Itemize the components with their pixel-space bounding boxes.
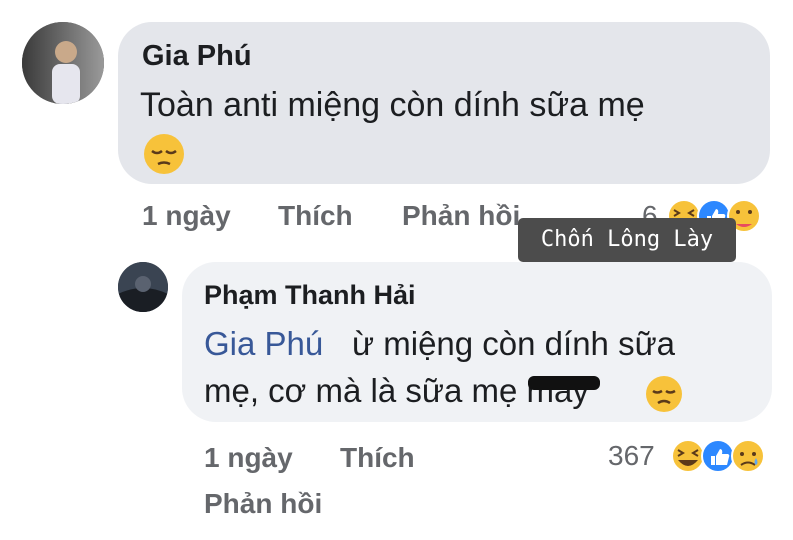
disappointed-face-emoji-icon: [644, 374, 684, 419]
comment-timestamp[interactable]: 1 ngày: [142, 200, 231, 232]
reply-timestamp[interactable]: 1 ngày: [204, 442, 293, 474]
haha-reaction-icon: [671, 439, 705, 473]
redaction-scribble: [528, 376, 600, 390]
avatar-pham-thanh-hai[interactable]: [118, 262, 168, 312]
reply-mention-link[interactable]: Gia Phú: [204, 325, 323, 363]
watermark: Chốn Lông Lày: [518, 218, 736, 262]
like-reaction-icon: [701, 439, 735, 473]
reply-reactions[interactable]: [668, 436, 778, 481]
sad-reaction-icon: [731, 439, 765, 473]
reply-like-button[interactable]: Thích: [340, 442, 415, 474]
pensive-face-emoji-icon: [142, 132, 186, 181]
comment-like-button[interactable]: Thích: [278, 200, 353, 232]
reply-author-name[interactable]: Phạm Thanh Hải: [204, 280, 416, 311]
comment-text: Toàn anti miệng còn dính sữa mẹ: [140, 86, 645, 124]
reply-reply-button[interactable]: Phản hồi: [204, 488, 322, 520]
avatar-gia-phu[interactable]: [22, 22, 104, 104]
comment-reply-button[interactable]: Phản hồi: [402, 200, 520, 232]
reply-text-line-1: ừ miệng còn dính sữa: [352, 325, 676, 362]
comment-author-name[interactable]: Gia Phú: [142, 40, 252, 73]
reply-reaction-count[interactable]: 367: [608, 440, 655, 472]
